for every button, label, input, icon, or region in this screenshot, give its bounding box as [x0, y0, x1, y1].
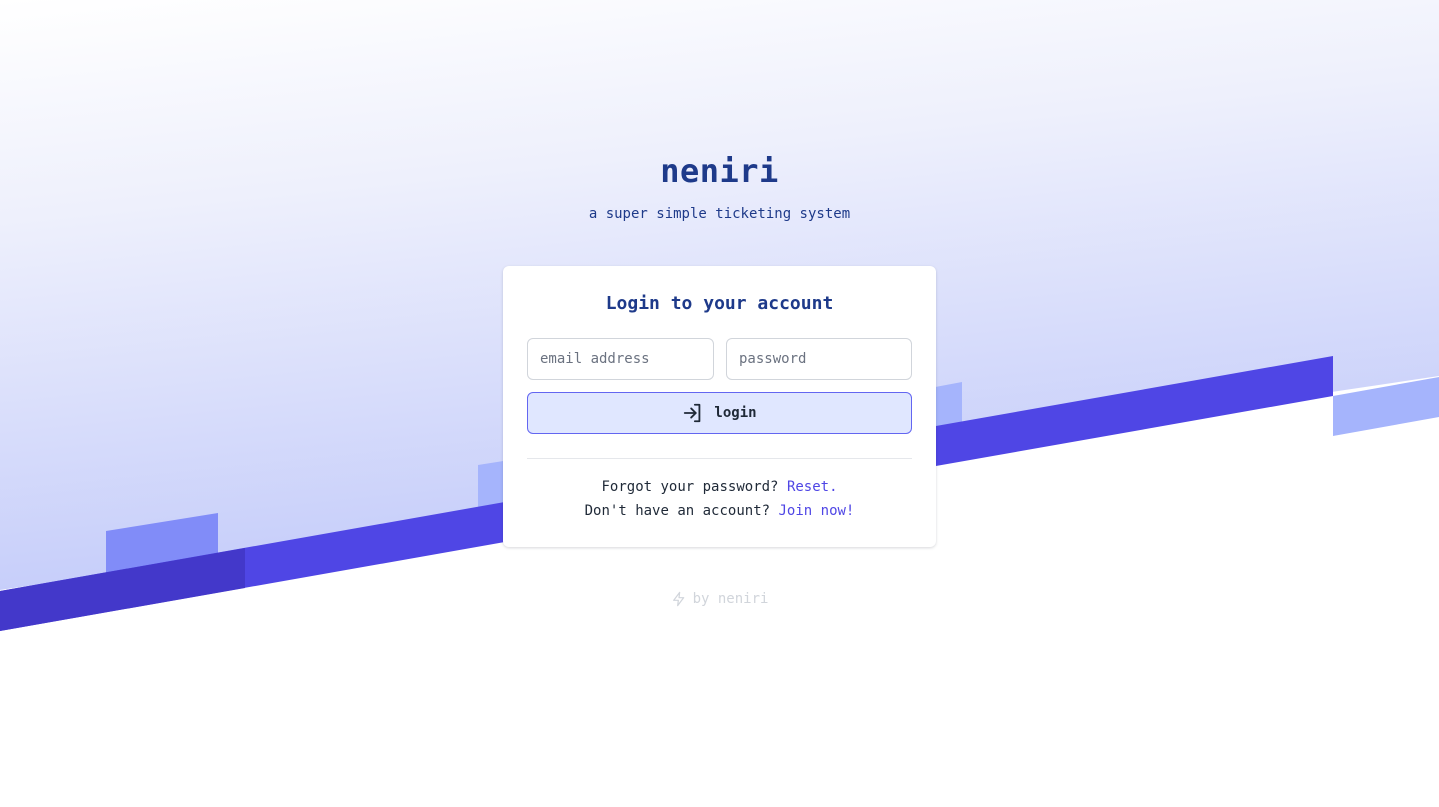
card-divider: [527, 458, 912, 459]
password-input[interactable]: [726, 338, 912, 380]
brand-title: neniri: [660, 152, 779, 190]
email-input[interactable]: [527, 338, 714, 380]
login-card-title: Login to your account: [605, 293, 834, 314]
reset-password-link[interactable]: Reset.: [787, 479, 838, 495]
lightning-bolt-icon: [671, 591, 687, 607]
login-page: neniri a super simple ticketing system L…: [0, 0, 1439, 807]
login-card: Login to your account login Forgot your …: [503, 266, 936, 547]
forgot-password-line: Forgot your password? Reset.: [503, 479, 936, 495]
footer-credit: by neniri: [0, 591, 1439, 607]
footer-text: by neniri: [692, 591, 769, 607]
forgot-password-prompt: Forgot your password?: [601, 479, 779, 495]
signup-prompt: Don't have an account?: [584, 503, 771, 519]
login-arrow-icon: [682, 402, 704, 424]
signup-line: Don't have an account? Join now!: [503, 503, 936, 519]
brand-tagline: a super simple ticketing system: [588, 206, 851, 222]
join-now-link[interactable]: Join now!: [779, 503, 855, 519]
login-button[interactable]: login: [527, 392, 912, 434]
login-button-label: login: [714, 405, 757, 421]
